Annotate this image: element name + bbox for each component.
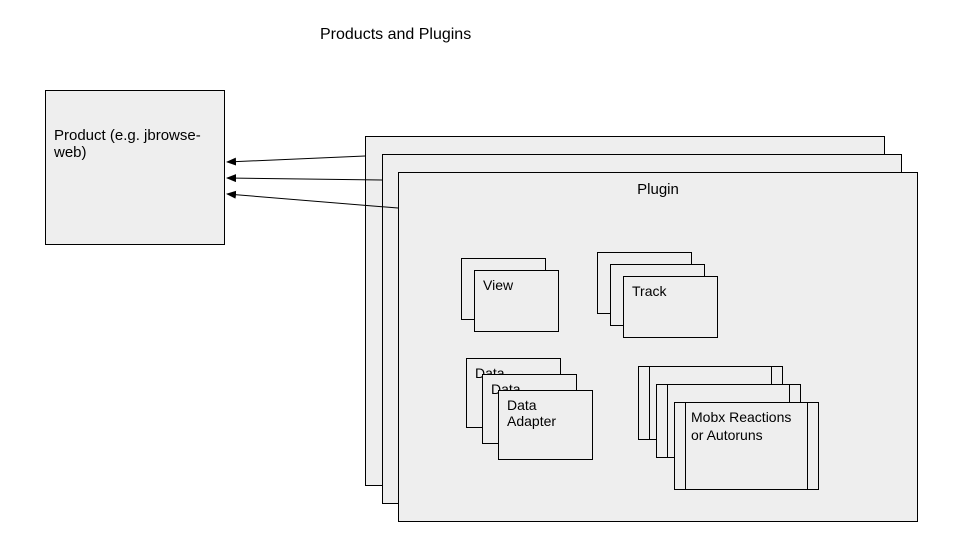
track-label: Track (632, 283, 666, 299)
arrow-plugin-back-to-product (227, 156, 365, 162)
view-stack-front: View (474, 270, 559, 332)
data-adapter-stack-front: Data Adapter (498, 390, 593, 460)
diagram-title: Products and Plugins (320, 26, 471, 44)
product-label: Product (e.g. jbrowse-web) (54, 127, 216, 161)
view-label: View (483, 277, 513, 293)
product-box: Product (e.g. jbrowse-web) (45, 90, 225, 245)
mobx-stack-front: Mobx Reactions or Autoruns (674, 402, 819, 490)
track-stack-front: Track (623, 276, 718, 338)
mobx-label: Mobx Reactions or Autoruns (691, 409, 791, 443)
plugin-stack-front: Plugin (398, 172, 918, 522)
arrow-plugin-mid-to-product (227, 178, 382, 180)
data-adapter-label: Data Adapter (507, 397, 556, 429)
plugin-title: Plugin (399, 181, 917, 198)
